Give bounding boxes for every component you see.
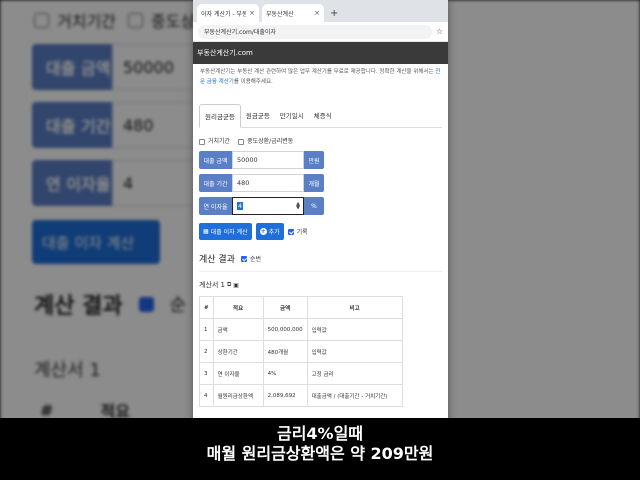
tab-graduated[interactable]: 체증식 [309, 104, 337, 127]
calculate-button[interactable]: ▦ 대출 이자 계산 [199, 223, 252, 240]
browser-tab[interactable]: 이자 계산기 - 부동산계산 × [197, 4, 259, 22]
record-checkbox[interactable]: 기록 [287, 227, 308, 236]
tab-bar: 이자 계산기 - 부동산계산 × 부동산계산 × + [193, 0, 448, 22]
prepayment-checkbox[interactable]: 중도상환/금리변동 [238, 136, 293, 145]
browser-window: 이자 계산기 - 부동산계산 × 부동산계산 × + 부동산계산기.com/대출… [193, 0, 448, 480]
rate-field: 연 이자율 4 ▲ ▼ % [199, 197, 442, 215]
table-row: 1 금액 500,000,000 입력값 [199, 318, 403, 341]
period-input[interactable]: 480 [232, 174, 304, 192]
tab-bullet[interactable]: 만기일시 [275, 104, 309, 127]
bg-calc-button: 대출 이자 계산 [32, 220, 160, 264]
new-tab-button[interactable]: + [327, 4, 341, 22]
caption-line-1: 금리4%일때 [276, 424, 364, 443]
close-icon[interactable]: × [249, 9, 255, 17]
tab-equal-payment[interactable]: 원리금균등 [199, 104, 241, 128]
calculator-icon: ▦ [203, 228, 209, 235]
bg-field-amount: 대출 금액 50000 [32, 44, 202, 90]
tab-equal-principal[interactable]: 원금균등 [241, 104, 275, 127]
table-row: 3 연 이자율 4% 고정 금리 [199, 362, 403, 385]
subtitle-caption: 금리4%일때 매월 원리금상환액은 약 209만원 [0, 418, 640, 480]
notice-text: 부동산계산기는 부동산 계산 관련하여 많은 업무 계산기를 무료로 제공합니다… [200, 69, 441, 85]
option-row: 거치기간 중도상환/금리변동 [199, 136, 442, 145]
bg-option-2: 중도상 [128, 8, 195, 32]
checkbox-checked-icon [240, 255, 247, 262]
main-content: 원리금균등 원금균등 만기일시 체증식 거치기간 중도상환/금리변동 대출 금액… [193, 104, 448, 407]
checkbox-icon [199, 138, 205, 145]
bg-option-1: 거치기간 [34, 8, 116, 32]
bg-checkbox-checked [138, 296, 154, 312]
statement-title: 계산서 1 ⧉ ▣ [199, 281, 239, 289]
site-header[interactable]: 부동산계산기.com [193, 42, 448, 64]
result-table: # 적요 금액 비고 1 금액 500,000,000 입력값 2 상환기간 4… [199, 296, 403, 407]
add-button[interactable]: + 추가 [255, 223, 284, 240]
copy-icon[interactable]: ⧉ [227, 281, 231, 289]
table-row: 2 상환기간 480개월 입력값 [199, 340, 403, 363]
video-frame: 거치기간 중도상 대출 금액 50000 대출 기간 480 연 이자율 4 대… [0, 0, 640, 480]
bg-checkbox [128, 12, 143, 28]
checkbox-checked-icon [287, 228, 294, 235]
bg-doc-title: 계산서 1 [34, 360, 101, 381]
bg-checkbox [34, 12, 49, 28]
row-number-toggle[interactable]: 순번 [240, 254, 261, 263]
table-row: 4 월원리금상환액 2,089,692 대출금액 / (대출기간 - 거치기간) [199, 384, 403, 407]
repayment-tabs: 원리금균등 원금균등 만기일시 체증식 [199, 104, 442, 128]
plus-icon: + [259, 228, 267, 235]
action-row: ▦ 대출 이자 계산 + 추가 기록 [199, 223, 442, 240]
excel-icon[interactable]: ▣ [233, 282, 239, 289]
amount-input[interactable]: 50000 [232, 151, 304, 169]
caption-line-2: 매월 원리금상환액은 약 209만원 [206, 444, 434, 463]
address-bar: 부동산계산기.com/대출이자 ☆ [193, 22, 448, 42]
grace-period-checkbox[interactable]: 거치기간 [199, 136, 230, 145]
bg-field-period: 대출 기간 480 [32, 102, 202, 148]
url-field[interactable]: 부동산계산기.com/대출이자 [198, 24, 432, 39]
spinner-icon[interactable]: ▲ ▼ [296, 202, 300, 211]
period-field: 대출 기간 480 개월 [199, 174, 442, 192]
checkbox-icon [238, 138, 245, 145]
browser-tab[interactable]: 부동산계산 × [262, 4, 324, 22]
rate-input[interactable]: 4 ▲ ▼ [232, 197, 304, 215]
star-icon[interactable]: ☆ [436, 27, 443, 36]
bg-field-rate: 연 이자율 4 [32, 160, 202, 206]
result-heading: 계산 결과 순번 [199, 252, 442, 272]
amount-field: 대출 금액 50000 만원 [199, 151, 442, 169]
close-icon[interactable]: × [314, 9, 320, 17]
bg-result-heading: 계산 결과 순 [34, 294, 187, 319]
table-header-row: # 적요 금액 비고 [199, 296, 403, 319]
